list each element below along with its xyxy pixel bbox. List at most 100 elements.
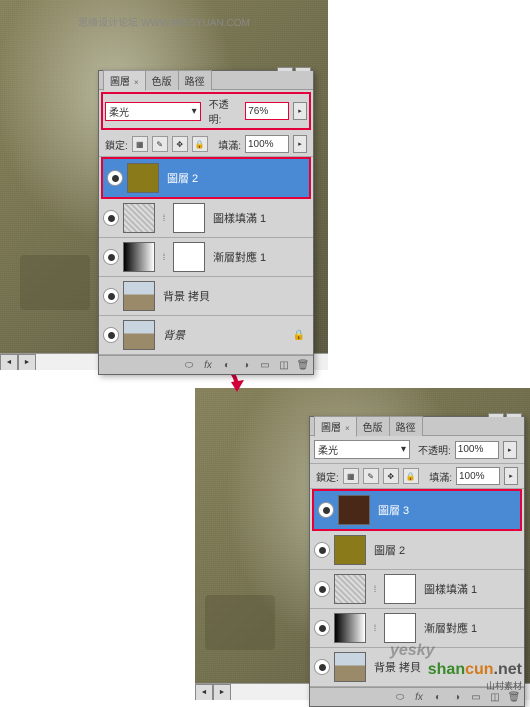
lock-position-icon[interactable]: ✥ <box>383 468 399 484</box>
blend-mode-select[interactable]: 柔光▾ <box>105 102 201 121</box>
lock-position-icon[interactable]: ✥ <box>172 136 188 152</box>
panel-tabs: 圖層× 色版 路徑 <box>310 417 524 436</box>
layer-thumbnail <box>123 203 155 233</box>
layer-name: 背景 <box>159 327 289 343</box>
chevron-down-icon: ▾ <box>401 444 406 455</box>
layer-mask <box>384 574 416 604</box>
group-icon[interactable]: ▭ <box>258 358 272 372</box>
fill-input[interactable]: 100% <box>245 135 289 153</box>
visibility-toggle[interactable] <box>103 249 119 265</box>
visibility-toggle[interactable] <box>314 581 330 597</box>
tab-layers[interactable]: 圖層× <box>103 70 146 91</box>
layer-row[interactable]: 圖層 2 <box>310 531 524 570</box>
panel-bottom-bar: ⬭ fx ◐ ◑ ▭ ◫ 🗑 <box>99 355 313 374</box>
visibility-toggle[interactable] <box>107 170 123 186</box>
visibility-toggle[interactable] <box>103 288 119 304</box>
fill-flyout-icon[interactable]: ▸ <box>293 135 307 153</box>
tab-channels[interactable]: 色版 <box>356 416 390 436</box>
link-layers-icon[interactable]: ⬭ <box>182 358 196 372</box>
tab-channels[interactable]: 色版 <box>145 70 179 90</box>
tab-paths[interactable]: 路徑 <box>178 70 212 90</box>
panel-tabs: 圖層× 色版 路徑 <box>99 71 313 90</box>
layer-name: 圖樣填滿 1 <box>209 210 309 226</box>
chevron-down-icon: ▾ <box>192 106 197 117</box>
tab-layers[interactable]: 圖層× <box>314 416 357 437</box>
trash-icon[interactable]: 🗑 <box>507 690 521 704</box>
lock-transparent-icon[interactable]: ▦ <box>132 136 148 152</box>
mask-icon[interactable]: ◐ <box>431 690 445 704</box>
layer-name: 圖層 2 <box>163 170 305 186</box>
layer-thumbnail <box>334 652 366 682</box>
layer-row[interactable]: ⁞ 圖樣填滿 1 <box>310 570 524 609</box>
watermark-top: 思缘设计论坛 WWW.MISSYUAN.COM <box>78 14 250 29</box>
link-layers-icon[interactable]: ⬭ <box>393 690 407 704</box>
scroll-right-icon[interactable]: ► <box>213 684 231 700</box>
visibility-toggle[interactable] <box>314 620 330 636</box>
layers-list: 圖層 2 ⁞ 圖樣填滿 1 ⁞ 漸層對應 1 背景 拷貝 背景 🔒 <box>99 157 313 355</box>
layer-thumbnail <box>334 535 366 565</box>
layer-row[interactable]: 圖層 3 <box>312 489 522 531</box>
fx-icon[interactable]: fx <box>201 358 215 372</box>
layer-row[interactable]: 背景 🔒 <box>99 316 313 355</box>
layer-mask <box>384 613 416 643</box>
watermark-yesky: yesky <box>390 642 435 660</box>
layer-thumbnail <box>127 163 159 193</box>
layer-thumbnail <box>123 242 155 272</box>
opacity-label: 不透明: <box>418 442 451 457</box>
link-icon: ⁞ <box>370 623 380 633</box>
opacity-flyout-icon[interactable]: ▸ <box>293 102 307 120</box>
blend-opacity-row: 柔光▾ 不透明: 76% ▸ <box>101 92 311 130</box>
lock-all-icon[interactable]: 🔒 <box>403 468 419 484</box>
layer-name: 圖層 2 <box>370 542 520 558</box>
visibility-toggle[interactable] <box>314 659 330 675</box>
adjustment-icon[interactable]: ◑ <box>450 690 464 704</box>
link-icon: ⁞ <box>159 213 169 223</box>
layer-name: 漸層對應 1 <box>420 620 520 636</box>
trash-icon[interactable]: 🗑 <box>296 358 310 372</box>
fx-icon[interactable]: fx <box>412 690 426 704</box>
layer-thumbnail <box>334 574 366 604</box>
lock-indicator-icon: 🔒 <box>293 330 305 341</box>
scroll-left-icon[interactable]: ◄ <box>0 354 18 370</box>
layer-thumbnail <box>338 495 370 525</box>
layer-row[interactable]: 圖層 2 <box>101 157 311 199</box>
opacity-flyout-icon[interactable]: ▸ <box>503 441 517 459</box>
blend-mode-select[interactable]: 柔光▾ <box>314 440 410 459</box>
layer-name: 圖層 3 <box>374 502 516 518</box>
layer-row[interactable]: 背景 拷貝 <box>99 277 313 316</box>
visibility-toggle[interactable] <box>103 210 119 226</box>
lock-transparent-icon[interactable]: ▦ <box>343 468 359 484</box>
link-icon: ⁞ <box>370 584 380 594</box>
adjustment-icon[interactable]: ◑ <box>239 358 253 372</box>
link-icon: ⁞ <box>159 252 169 262</box>
mask-icon[interactable]: ◐ <box>220 358 234 372</box>
fill-input[interactable]: 100% <box>456 467 500 485</box>
opacity-input[interactable]: 76% <box>245 102 289 120</box>
opacity-label: 不透明: <box>209 96 242 126</box>
fill-flyout-icon[interactable]: ▸ <box>504 467 518 485</box>
lock-fill-row: 鎖定: ▦ ✎ ✥ 🔒 填滿: 100% ▸ <box>310 464 524 489</box>
lock-fill-row: 鎖定: ▦ ✎ ✥ 🔒 填滿: 100% ▸ <box>99 132 313 157</box>
layer-row[interactable]: ⁞ 圖樣填滿 1 <box>99 199 313 238</box>
visibility-toggle[interactable] <box>318 502 334 518</box>
layer-thumbnail <box>123 281 155 311</box>
scroll-right-icon[interactable]: ► <box>18 354 36 370</box>
layer-mask <box>173 203 205 233</box>
lock-all-icon[interactable]: 🔒 <box>192 136 208 152</box>
new-layer-icon[interactable]: ◫ <box>488 690 502 704</box>
layer-row[interactable]: ⁞ 漸層對應 1 <box>99 238 313 277</box>
layers-panel-top: – × 圖層× 色版 路徑 柔光▾ 不透明: 76% ▸ 鎖定: ▦ ✎ ✥ 🔒… <box>98 70 314 375</box>
visibility-toggle[interactable] <box>103 327 119 343</box>
layer-mask <box>173 242 205 272</box>
tab-paths[interactable]: 路徑 <box>389 416 423 436</box>
lock-pixels-icon[interactable]: ✎ <box>152 136 168 152</box>
layer-thumbnail <box>334 613 366 643</box>
lock-pixels-icon[interactable]: ✎ <box>363 468 379 484</box>
opacity-input[interactable]: 100% <box>455 441 499 459</box>
visibility-toggle[interactable] <box>314 542 330 558</box>
lock-label: 鎖定: <box>316 469 339 484</box>
layer-name: 圖樣填滿 1 <box>420 581 520 597</box>
group-icon[interactable]: ▭ <box>469 690 483 704</box>
new-layer-icon[interactable]: ◫ <box>277 358 291 372</box>
scroll-left-icon[interactable]: ◄ <box>195 684 213 700</box>
